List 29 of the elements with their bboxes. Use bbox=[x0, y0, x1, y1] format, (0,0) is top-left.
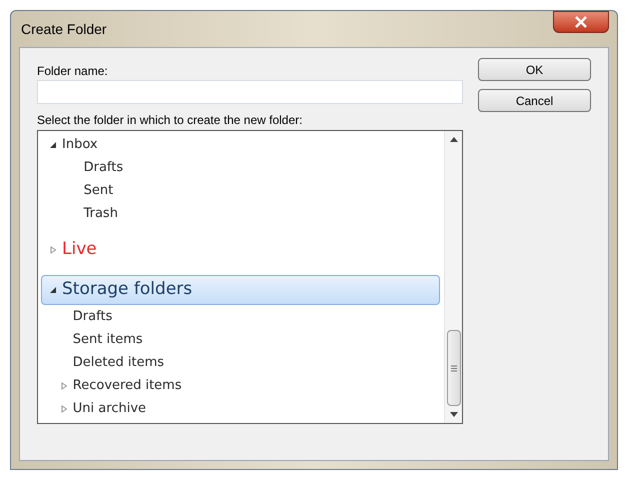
scroll-thumb[interactable] bbox=[446, 330, 460, 406]
ok-button[interactable]: OK bbox=[478, 58, 591, 81]
folder-tree-item[interactable]: Recovered items bbox=[41, 374, 440, 397]
folder-tree-item[interactable]: Drafts bbox=[41, 305, 440, 328]
collapsed-triangle-icon[interactable] bbox=[60, 404, 68, 412]
folder-name-field[interactable] bbox=[37, 80, 463, 104]
folder-tree-item[interactable]: Drafts bbox=[41, 156, 440, 179]
folder-name-label: Folder name: bbox=[37, 63, 109, 80]
folder-tree-item[interactable]: Trash bbox=[41, 202, 440, 225]
scroll-down-icon[interactable] bbox=[450, 412, 458, 417]
expanded-triangle-icon[interactable] bbox=[49, 140, 57, 148]
folder-tree-item[interactable]: Storage folders bbox=[41, 275, 440, 305]
folder-tree-item[interactable]: Deleted items bbox=[41, 351, 440, 374]
window-title: Create Folder bbox=[21, 20, 107, 38]
scroll-up-icon[interactable] bbox=[450, 137, 458, 142]
close-icon bbox=[574, 16, 588, 28]
expanded-triangle-icon[interactable] bbox=[49, 286, 57, 294]
tree-label: Select the folder in which to create the new folder: bbox=[37, 112, 304, 129]
folder-tree-item[interactable]: Live bbox=[41, 235, 440, 265]
folder-tree-item[interactable]: Uni archive bbox=[41, 397, 440, 420]
collapsed-triangle-icon[interactable] bbox=[49, 246, 57, 254]
grip-icon bbox=[450, 364, 456, 372]
folder-tree-item[interactable]: Inbox bbox=[41, 133, 440, 156]
scrollbar[interactable] bbox=[444, 131, 462, 423]
collapsed-triangle-icon[interactable] bbox=[60, 382, 68, 390]
close-button[interactable] bbox=[553, 11, 609, 33]
folder-tree-item[interactable]: Sent items bbox=[41, 328, 440, 351]
folder-tree-item[interactable]: Sent bbox=[41, 179, 440, 202]
cancel-button[interactable]: Cancel bbox=[478, 89, 591, 112]
